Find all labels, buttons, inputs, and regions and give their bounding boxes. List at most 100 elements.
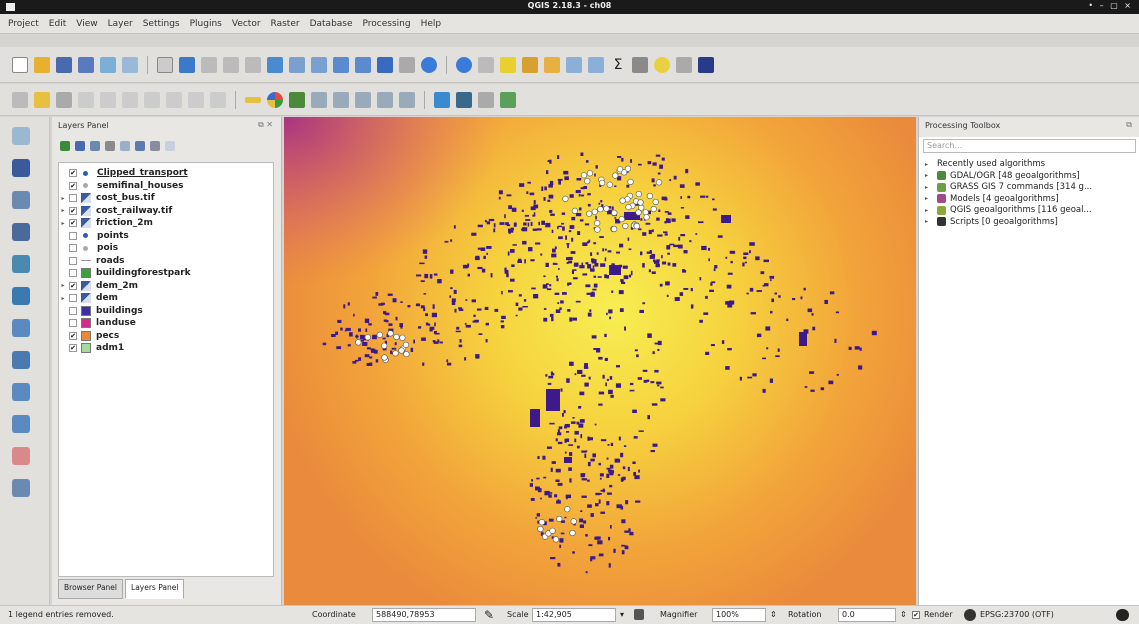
layer-row[interactable]: roads: [59, 255, 273, 267]
layer-visibility-checkbox[interactable]: [69, 256, 77, 265]
new-temporary-layer-icon[interactable]: [12, 479, 30, 497]
layer-visibility-checkbox[interactable]: ✔: [69, 344, 77, 352]
layer-visibility-checkbox[interactable]: ✔: [69, 181, 77, 190]
menu-database[interactable]: Database: [310, 19, 353, 29]
python-console-icon[interactable]: [698, 56, 714, 73]
layer-visibility-checkbox[interactable]: [69, 194, 77, 202]
run-feature-action-icon[interactable]: [478, 56, 494, 73]
expand-arrow-icon[interactable]: ▸: [925, 184, 933, 191]
save-project-icon[interactable]: [56, 56, 72, 73]
toggle-extents-icon[interactable]: ✎: [484, 608, 494, 622]
toolbox-provider[interactable]: ▸ Models [4 geoalgorithms]: [925, 194, 1059, 204]
layer-row[interactable]: landuse: [59, 317, 273, 329]
pan-icon[interactable]: [157, 56, 173, 73]
show-hide-labels-icon[interactable]: [333, 91, 349, 108]
copy-features-icon[interactable]: [188, 91, 204, 108]
zoom-next-icon[interactable]: [355, 56, 371, 73]
menu-raster[interactable]: Raster: [271, 19, 300, 29]
add-oracle-icon[interactable]: [12, 383, 30, 401]
select-by-value-icon[interactable]: [544, 56, 560, 73]
save-as-icon[interactable]: [78, 56, 94, 73]
gps-icon[interactable]: [434, 91, 450, 108]
toolbox-provider[interactable]: ▸ Recently used algorithms: [925, 159, 1045, 169]
bookmarks-icon[interactable]: [399, 56, 415, 73]
new-print-composer-icon[interactable]: [100, 56, 116, 73]
menu-processing[interactable]: Processing: [363, 19, 411, 29]
rotate-label-icon[interactable]: [377, 91, 393, 108]
crs-status[interactable]: EPSG:23700 (OTF): [980, 610, 1054, 619]
identify-icon[interactable]: [456, 56, 472, 73]
scale-field[interactable]: 1:42,905: [532, 608, 616, 622]
layer-visibility-checkbox[interactable]: [69, 269, 77, 277]
label-tool-icon[interactable]: [245, 96, 261, 103]
new-shapefile-icon[interactable]: [12, 447, 30, 465]
snap-icon[interactable]: [478, 91, 494, 108]
add-delimited-text-icon[interactable]: [12, 191, 30, 209]
zoom-last-icon[interactable]: [333, 56, 349, 73]
expand-arrow-icon[interactable]: ▸: [925, 218, 933, 225]
layer-visibility-checkbox[interactable]: ✔: [69, 169, 77, 177]
statistics-icon[interactable]: Σ: [610, 57, 626, 73]
window-controls[interactable]: • – ▢ ×: [1088, 1, 1133, 10]
add-raster-layer-icon[interactable]: [12, 159, 30, 177]
scale-dropdown-icon[interactable]: ▾: [620, 610, 624, 619]
add-spatialite-icon[interactable]: [12, 223, 30, 241]
expand-arrow-icon[interactable]: ▸: [925, 161, 933, 168]
move-feature-icon[interactable]: [100, 91, 116, 108]
rotation-field[interactable]: 0.0: [838, 608, 896, 622]
expand-arrow-icon[interactable]: ▸: [59, 220, 67, 227]
menu-project[interactable]: Project: [8, 19, 39, 29]
open-layer-styling-icon[interactable]: [60, 141, 70, 151]
zoom-out-icon[interactable]: [223, 56, 239, 73]
add-wcs-icon[interactable]: [12, 351, 30, 369]
layer-visibility-checkbox[interactable]: [69, 306, 77, 315]
expand-all-icon[interactable]: [135, 141, 145, 151]
paste-features-icon[interactable]: [210, 91, 226, 108]
add-mssql-icon[interactable]: [12, 415, 30, 433]
filter-legend-icon[interactable]: [105, 141, 115, 151]
new-project-icon[interactable]: [12, 56, 28, 73]
move-label-icon[interactable]: [355, 91, 371, 108]
layer-row[interactable]: points: [59, 230, 273, 242]
toolbox-search-input[interactable]: Search...: [923, 139, 1136, 153]
expand-arrow-icon[interactable]: ▸: [59, 195, 67, 202]
pin-labels-icon[interactable]: [311, 91, 327, 108]
highlight-labels-icon[interactable]: [289, 91, 305, 108]
add-wfs-icon[interactable]: [12, 319, 30, 337]
layer-visibility-checkbox[interactable]: ✔: [69, 206, 77, 215]
toggle-editing-icon[interactable]: [34, 91, 50, 108]
layer-row[interactable]: buildings: [59, 305, 273, 317]
layer-visibility-checkbox[interactable]: [69, 319, 77, 327]
measure-icon[interactable]: [632, 56, 648, 73]
tab-layers-panel[interactable]: Layers Panel: [125, 579, 185, 599]
magnifier-field[interactable]: 100%: [712, 608, 766, 622]
add-postgis-icon[interactable]: [12, 255, 30, 273]
layer-visibility-checkbox[interactable]: [69, 231, 77, 240]
add-wms-icon[interactable]: [12, 287, 30, 305]
attribute-table-icon[interactable]: [566, 56, 582, 73]
zoom-selection-icon[interactable]: [289, 56, 305, 73]
toolbox-float-icon[interactable]: ⧉: [1126, 120, 1132, 130]
magnifier-spin-icon[interactable]: ⇕: [770, 610, 777, 619]
expand-arrow-icon[interactable]: ▸: [925, 172, 933, 179]
save-edits-icon[interactable]: [56, 91, 72, 108]
toolbox-provider[interactable]: ▸ QGIS geoalgorithms [116 geoal...: [925, 205, 1092, 215]
menu-view[interactable]: View: [76, 19, 97, 29]
zoom-native-icon[interactable]: [245, 56, 261, 73]
add-vector-layer-icon[interactable]: [12, 127, 30, 145]
remove-layer-icon[interactable]: [165, 141, 175, 151]
toolbox-provider[interactable]: ▸ GDAL/OGR [48 geoalgorithms]: [925, 171, 1080, 181]
menu-settings[interactable]: Settings: [143, 19, 180, 29]
menu-edit[interactable]: Edit: [49, 19, 66, 29]
digitize-icon[interactable]: [456, 91, 472, 108]
refresh-icon[interactable]: [421, 56, 437, 73]
zoom-full-icon[interactable]: [267, 56, 283, 73]
menu-plugins[interactable]: Plugins: [190, 19, 222, 29]
delete-selected-icon[interactable]: [144, 91, 160, 108]
change-label-icon[interactable]: [399, 91, 415, 108]
layer-row[interactable]: ▸ ✔ dem_2m: [59, 280, 273, 292]
deselect-icon[interactable]: [522, 56, 538, 73]
new-map-view-icon[interactable]: [377, 56, 393, 73]
toolbox-provider[interactable]: ▸ Scripts [0 geoalgorithms]: [925, 217, 1058, 227]
layer-row[interactable]: ▸ dem: [59, 292, 273, 304]
